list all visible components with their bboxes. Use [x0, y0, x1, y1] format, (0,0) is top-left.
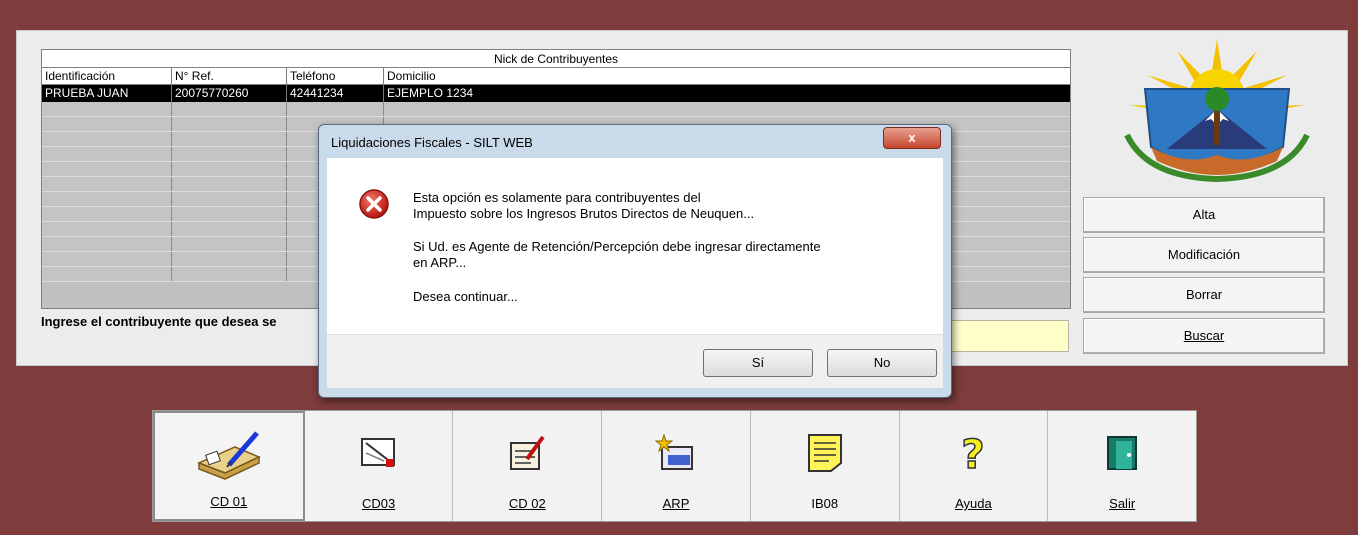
empty-cell	[172, 237, 287, 251]
empty-cell	[172, 252, 287, 266]
no-button[interactable]: No	[827, 349, 937, 377]
borrar-button[interactable]: Borrar	[1083, 277, 1325, 313]
cd01-label: CD 01	[210, 494, 248, 509]
column-header[interactable]: N° Ref.	[172, 68, 287, 84]
question-icon: ?	[938, 425, 1008, 481]
cd02-button[interactable]: CD 02	[453, 411, 603, 521]
cd03-label: CD03	[361, 496, 396, 511]
message-line: Esta opción es solamente para contribuye…	[413, 190, 701, 205]
grid-header: Identificación N° Ref. Teléfono Domicili…	[42, 68, 1070, 85]
modificacion-button[interactable]: Modificación	[1083, 237, 1325, 273]
message-line: en ARP...	[413, 255, 467, 270]
error-icon	[359, 189, 389, 219]
salir-label: Salir	[1109, 496, 1136, 511]
table-cell: EJEMPLO 1234	[387, 86, 474, 100]
empty-cell	[42, 117, 172, 131]
yes-button[interactable]: Sí	[703, 349, 813, 377]
empty-table-row	[42, 102, 1070, 117]
empty-cell	[42, 162, 172, 176]
empty-cell	[172, 162, 287, 176]
notepad-icon	[492, 425, 562, 481]
empty-cell	[42, 102, 172, 116]
empty-cell	[172, 102, 287, 116]
new-folder-icon	[641, 425, 711, 481]
ib08-button[interactable]: IB08	[751, 411, 900, 521]
empty-cell	[42, 177, 172, 191]
yellow-note-icon	[790, 425, 860, 481]
empty-cell	[384, 102, 1070, 116]
province-emblem	[1124, 39, 1310, 182]
message-line: Si Ud. es Agente de Retención/Percepción…	[413, 239, 821, 254]
table-cell: PRUEBA JUAN	[42, 85, 172, 102]
dialog-footer: Sí No	[327, 334, 943, 388]
bottom-toolbar: CD 01 CD03 CD 02 ARP IB08 ? Ayuda Salir	[152, 410, 1197, 522]
empty-cell	[42, 267, 172, 281]
empty-cell	[42, 132, 172, 146]
empty-cell	[172, 132, 287, 146]
empty-cell	[172, 117, 287, 131]
ayuda-label: Ayuda	[955, 496, 992, 511]
book-pen-icon	[194, 427, 264, 483]
salir-button[interactable]: Salir	[1048, 411, 1196, 521]
empty-cell	[42, 192, 172, 206]
search-prompt: Ingrese el contribuyente que desea se	[41, 314, 277, 329]
column-header[interactable]: Teléfono	[287, 68, 384, 84]
arp-label: ARP	[662, 496, 690, 511]
empty-cell	[172, 192, 287, 206]
arp-button[interactable]: ARP	[602, 411, 751, 521]
empty-cell	[287, 102, 384, 116]
document-edit-icon	[344, 425, 414, 481]
empty-cell	[172, 267, 287, 281]
empty-cell	[172, 177, 287, 191]
column-header[interactable]: Domicilio	[384, 68, 1070, 84]
column-header[interactable]: Identificación	[42, 68, 172, 84]
alta-button[interactable]: Alta	[1083, 197, 1325, 233]
empty-cell	[172, 222, 287, 236]
table-cell: 20075770260	[172, 85, 287, 102]
table-row-selected[interactable]: PRUEBA JUAN 20075770260 42441234 EJEMPLO…	[42, 85, 1070, 102]
ayuda-button[interactable]: ? Ayuda	[900, 411, 1049, 521]
grid-title: Nick de Contribuyentes	[42, 50, 1070, 68]
cd03-button[interactable]: CD03	[305, 411, 454, 521]
dialog-body: Esta opción es solamente para contribuye…	[327, 158, 943, 334]
message-line: Impuesto sobre los Ingresos Brutos Direc…	[413, 206, 755, 221]
empty-cell	[42, 222, 172, 236]
empty-cell	[42, 252, 172, 266]
ib08-label: IB08	[811, 496, 839, 511]
cd01-button[interactable]: CD 01	[153, 411, 305, 521]
empty-cell	[172, 147, 287, 161]
exit-door-icon	[1087, 425, 1157, 481]
confirm-dialog: Liquidaciones Fiscales - SILT WEB x Esta…	[318, 124, 952, 398]
empty-cell	[42, 237, 172, 251]
buscar-button[interactable]: Buscar	[1083, 318, 1325, 354]
empty-cell	[172, 207, 287, 221]
close-button[interactable]: x	[883, 127, 941, 149]
message-line: Desea continuar...	[413, 289, 518, 304]
cd02-label: CD 02	[508, 496, 546, 511]
empty-cell	[42, 207, 172, 221]
svg-text:?: ?	[962, 432, 985, 476]
search-input[interactable]	[947, 320, 1069, 352]
dialog-title: Liquidaciones Fiscales - SILT WEB	[331, 135, 533, 150]
table-cell: 42441234	[287, 85, 384, 102]
empty-cell	[42, 147, 172, 161]
